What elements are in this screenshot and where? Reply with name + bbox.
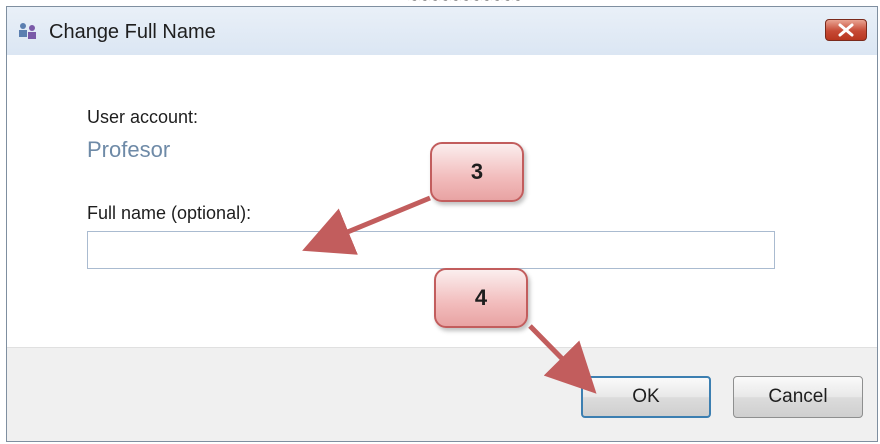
close-icon [838, 23, 854, 37]
cancel-button[interactable]: Cancel [733, 376, 863, 418]
users-app-icon [19, 23, 36, 39]
button-bar: OK Cancel [7, 347, 877, 441]
step-3-callout: 3 [430, 142, 524, 202]
ok-button[interactable]: OK [581, 376, 711, 418]
user-account-value: Profesor [87, 137, 171, 162]
title-bar: Change Full Name [7, 7, 877, 56]
user-account-label: User account: [87, 107, 199, 127]
close-button[interactable] [825, 19, 867, 41]
full-name-label: Full name (optional): [87, 203, 252, 223]
change-full-name-dialog: Change Full Name User account: Profesor … [6, 6, 878, 442]
full-name-input[interactable] [87, 231, 775, 269]
dialog-title: Change Full Name [49, 21, 216, 43]
step-4-callout: 4 [434, 268, 528, 328]
